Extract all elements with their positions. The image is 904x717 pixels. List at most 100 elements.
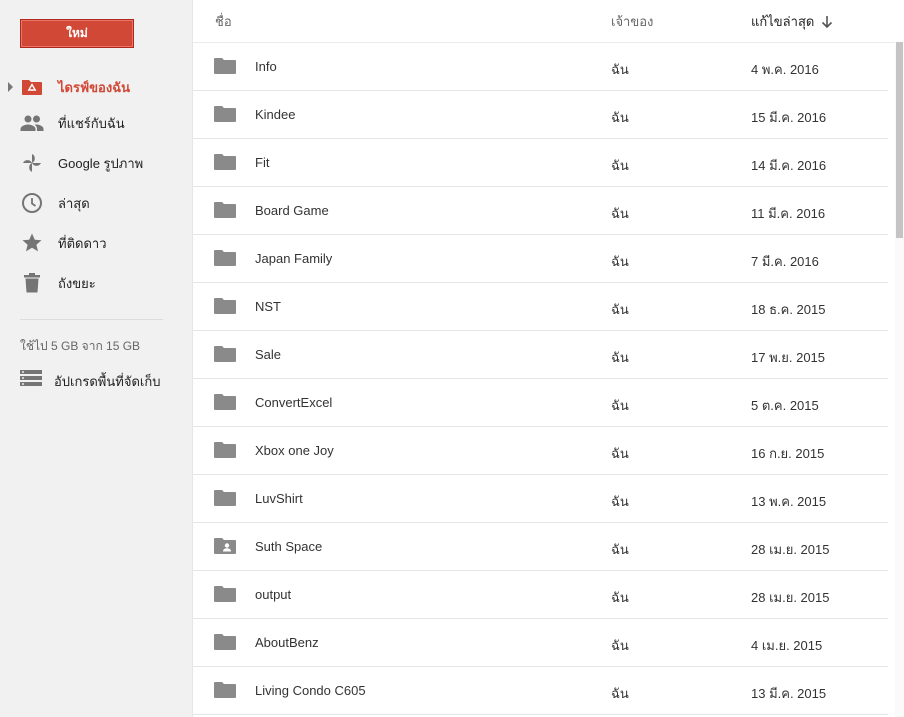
- sort-down-arrow-icon[interactable]: [820, 15, 834, 29]
- file-name: NST: [255, 299, 281, 314]
- folder-icon: [214, 393, 236, 411]
- table-row[interactable]: ConvertExcel ฉัน 5 ต.ค. 2015: [193, 379, 888, 427]
- people-icon: [20, 111, 44, 135]
- file-owner: ฉัน: [611, 302, 629, 317]
- file-modified-date: 4 พ.ค. 2016: [751, 62, 819, 77]
- storage-usage-text: ใช้ไป 5 GB จาก 15 GB: [20, 339, 141, 353]
- table-row[interactable]: Living Condo C605 ฉัน 13 มี.ค. 2015: [193, 667, 888, 715]
- column-header-modified[interactable]: แก้ไขล่าสุด: [751, 11, 834, 32]
- table-row[interactable]: LuvShirt ฉัน 13 พ.ค. 2015: [193, 475, 888, 523]
- file-owner: ฉัน: [611, 350, 629, 365]
- file-owner: ฉัน: [611, 254, 629, 269]
- column-header-name[interactable]: ชื่อ: [215, 11, 232, 32]
- file-owner: ฉัน: [611, 686, 629, 701]
- file-modified-date: 28 เม.ย. 2015: [751, 542, 830, 557]
- folder-icon: [214, 585, 236, 603]
- upgrade-storage-label: อัปเกรดพื้นที่จัดเก็บ: [54, 374, 161, 389]
- clock-icon: [20, 191, 44, 215]
- file-owner: ฉัน: [611, 542, 629, 557]
- pinwheel-icon: [20, 151, 44, 175]
- folder-icon: [214, 297, 236, 315]
- sidebar-item-label: ที่แชร์กับฉัน: [58, 115, 125, 131]
- sidebar-item-label: Google รูปภาพ: [58, 155, 144, 171]
- table-row[interactable]: Info ฉัน 4 พ.ค. 2016: [193, 43, 888, 91]
- new-button[interactable]: ใหม่: [20, 19, 134, 48]
- file-modified-date: 4 เม.ย. 2015: [751, 638, 823, 653]
- column-header-modified-label: แก้ไขล่าสุด: [751, 14, 815, 29]
- trash-icon: [20, 271, 44, 295]
- file-name: Japan Family: [255, 251, 333, 266]
- table-row[interactable]: output ฉัน 28 เม.ย. 2015: [193, 571, 888, 619]
- sidebar-item-label: ล่าสุด: [58, 195, 90, 211]
- drive-folder-icon: [20, 75, 44, 99]
- list-header: ชื่อ เจ้าของ แก้ไขล่าสุด: [193, 0, 904, 43]
- column-header-owner[interactable]: เจ้าของ: [611, 11, 653, 32]
- file-name: Info: [255, 59, 277, 74]
- file-owner: ฉัน: [611, 446, 629, 461]
- sidebar-item-label: ที่ติดดาว: [58, 235, 107, 251]
- file-owner: ฉัน: [611, 158, 629, 173]
- sidebar-item-google-photos[interactable]: Google รูปภาพ: [0, 145, 192, 181]
- file-owner: ฉัน: [611, 494, 629, 509]
- file-name: Sale: [255, 347, 282, 362]
- file-modified-date: 7 มี.ค. 2016: [751, 254, 819, 269]
- storage-icon: [20, 369, 42, 389]
- file-modified-date: 16 ก.ย. 2015: [751, 446, 825, 461]
- file-modified-date: 15 มี.ค. 2016: [751, 110, 827, 125]
- table-row[interactable]: Suth Space ฉัน 28 เม.ย. 2015: [193, 523, 888, 571]
- sidebar-divider: [20, 319, 163, 320]
- table-row[interactable]: Xbox one Joy ฉัน 16 ก.ย. 2015: [193, 427, 888, 475]
- sidebar: ใหม่ ไดรฟ์ของฉัน ที่แชร์กับฉัน Google รู…: [0, 0, 193, 717]
- file-name: LuvShirt: [255, 491, 303, 506]
- folder-icon: [214, 441, 236, 459]
- file-name: Kindee: [255, 107, 296, 122]
- file-name: Living Condo C605: [255, 683, 366, 698]
- folder-icon: [214, 681, 236, 699]
- folder-icon: [214, 633, 236, 651]
- file-modified-date: 17 พ.ย. 2015: [751, 350, 826, 365]
- scrollbar-thumb[interactable]: [896, 42, 903, 238]
- sidebar-item-recent[interactable]: ล่าสุด: [0, 185, 192, 221]
- folder-icon: [214, 57, 236, 75]
- file-name: Fit: [255, 155, 270, 170]
- scrollbar[interactable]: [895, 42, 904, 717]
- table-row[interactable]: AboutBenz ฉัน 4 เม.ย. 2015: [193, 619, 888, 667]
- file-list-panel: ชื่อ เจ้าของ แก้ไขล่าสุด Info ฉัน 4 พ.ค. 2…: [193, 0, 904, 717]
- file-rows: Info ฉัน 4 พ.ค. 2016 Kindee ฉัน 15 มี.ค. 2016…: [193, 43, 888, 715]
- folder-icon: [214, 153, 236, 171]
- sidebar-item-label: ถังขยะ: [58, 275, 96, 291]
- folder-icon: [214, 105, 236, 123]
- sidebar-item-starred[interactable]: ที่ติดดาว: [0, 225, 192, 261]
- expand-caret-icon[interactable]: [8, 82, 13, 92]
- file-modified-date: 28 เม.ย. 2015: [751, 590, 830, 605]
- file-owner: ฉัน: [611, 590, 629, 605]
- file-name: output: [255, 587, 292, 602]
- sidebar-item-shared[interactable]: ที่แชร์กับฉัน: [0, 105, 192, 141]
- file-name: Xbox one Joy: [255, 443, 334, 458]
- table-row[interactable]: Fit ฉัน 14 มี.ค. 2016: [193, 139, 888, 187]
- folder-icon: [214, 345, 236, 363]
- sidebar-item-label: ไดรฟ์ของฉัน: [58, 79, 130, 95]
- table-row[interactable]: Board Game ฉัน 11 มี.ค. 2016: [193, 187, 888, 235]
- file-name: Board Game: [255, 203, 329, 218]
- folder-icon: [214, 489, 236, 507]
- folder-icon: [214, 201, 236, 219]
- shared-folder-icon: [214, 537, 236, 555]
- table-row[interactable]: Kindee ฉัน 15 มี.ค. 2016: [193, 91, 888, 139]
- sidebar-item-my-drive[interactable]: ไดรฟ์ของฉัน: [0, 69, 192, 105]
- file-owner: ฉัน: [611, 398, 629, 413]
- file-modified-date: 5 ต.ค. 2015: [751, 398, 819, 413]
- table-row[interactable]: NST ฉัน 18 ธ.ค. 2015: [193, 283, 888, 331]
- file-owner: ฉัน: [611, 206, 629, 221]
- upgrade-storage-link[interactable]: อัปเกรดพื้นที่จัดเก็บ: [0, 366, 192, 392]
- table-row[interactable]: Sale ฉัน 17 พ.ย. 2015: [193, 331, 888, 379]
- file-owner: ฉัน: [611, 62, 629, 77]
- sidebar-item-trash[interactable]: ถังขยะ: [0, 265, 192, 301]
- file-name: Suth Space: [255, 539, 323, 554]
- file-name: AboutBenz: [255, 635, 319, 650]
- file-owner: ฉัน: [611, 638, 629, 653]
- table-row[interactable]: Japan Family ฉัน 7 มี.ค. 2016: [193, 235, 888, 283]
- star-icon: [20, 231, 44, 255]
- folder-icon: [214, 249, 236, 267]
- file-modified-date: 13 พ.ค. 2015: [751, 494, 827, 509]
